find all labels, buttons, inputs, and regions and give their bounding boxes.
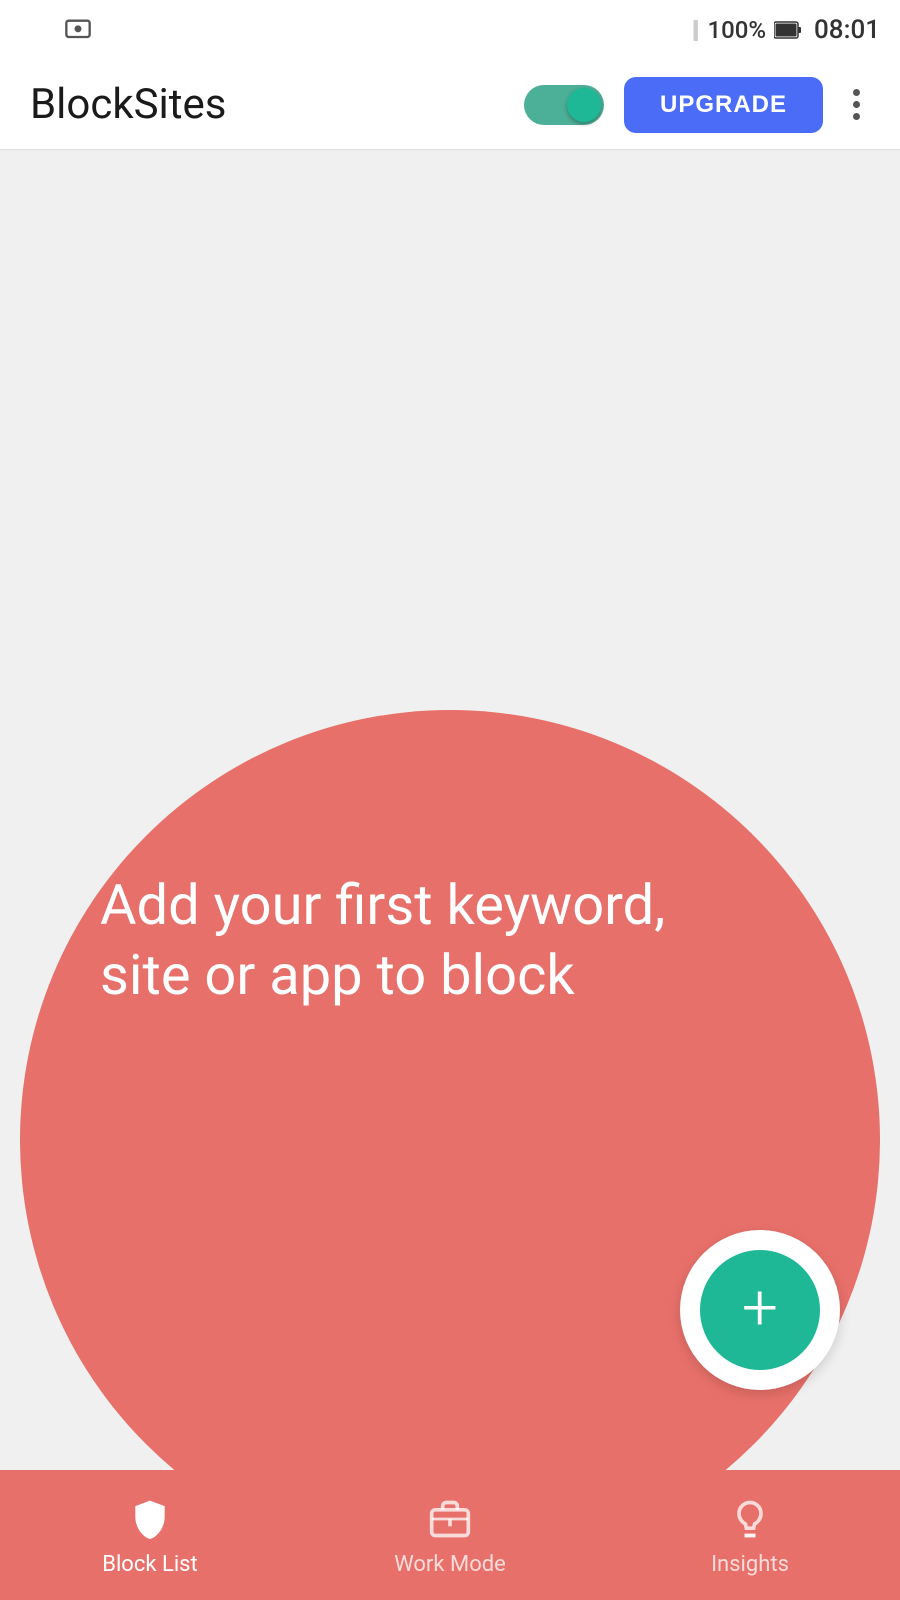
nav-label-work-mode: Work Mode — [394, 1552, 506, 1577]
status-left-icons — [20, 14, 94, 46]
app-title: BlockSites — [30, 80, 504, 129]
status-right-icons: 100% 08:01 — [639, 15, 880, 45]
dot-2 — [853, 101, 860, 108]
add-fab-wrapper[interactable]: + — [680, 1230, 840, 1390]
nav-label-insights: Insights — [711, 1552, 789, 1577]
main-content: Add your first keyword, site or app to b… — [0, 150, 900, 1470]
nav-item-insights[interactable]: Insights — [600, 1494, 900, 1577]
app-bar: BlockSites UPGRADE — [0, 60, 900, 150]
notification-icon — [20, 14, 52, 46]
battery-percentage: 100% — [707, 16, 766, 44]
empty-state-text: Add your first keyword, site or app to b… — [100, 870, 680, 1010]
toggle-thumb — [567, 88, 601, 122]
dot-3 — [853, 113, 860, 120]
bottom-nav: Block List Work Mode Insights — [0, 1470, 900, 1600]
briefcase-icon — [425, 1494, 475, 1544]
add-fab[interactable]: + — [700, 1250, 820, 1370]
toggle-container[interactable] — [524, 85, 604, 125]
status-bar: 100% 08:01 — [0, 0, 900, 60]
nav-item-block-list[interactable]: Block List — [0, 1494, 300, 1577]
add-fab-icon: + — [742, 1276, 778, 1340]
upgrade-button[interactable]: UPGRADE — [624, 77, 823, 133]
nav-item-work-mode[interactable]: Work Mode — [300, 1494, 600, 1577]
more-options-button[interactable] — [843, 79, 870, 130]
lightbulb-icon — [725, 1494, 775, 1544]
dot-1 — [853, 89, 860, 96]
nav-label-block-list: Block List — [102, 1552, 197, 1577]
screen-record-icon — [62, 14, 94, 46]
shield-icon — [125, 1494, 175, 1544]
status-time: 08:01 — [814, 15, 880, 45]
enable-toggle[interactable] — [524, 85, 604, 125]
